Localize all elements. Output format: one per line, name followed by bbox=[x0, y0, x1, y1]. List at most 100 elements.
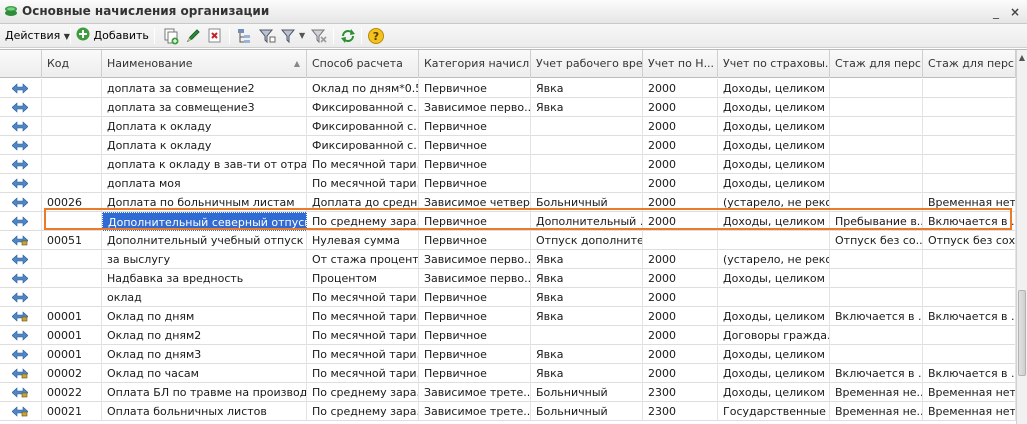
table-row[interactable]: 00001 Оклад по дням По месячной тари... Пер… bbox=[0, 307, 1016, 326]
cell-code[interactable] bbox=[42, 269, 102, 288]
cell-category[interactable]: Первичное bbox=[419, 364, 531, 383]
cell-code[interactable]: 00001 bbox=[42, 326, 102, 345]
cell-work-time[interactable]: Явка bbox=[531, 364, 643, 383]
cell-code[interactable]: 00001 bbox=[42, 345, 102, 364]
cell-category[interactable]: Первичное bbox=[419, 174, 531, 193]
cell-name[interactable]: доплата моя bbox=[102, 174, 307, 193]
scrollbar-thumb[interactable] bbox=[1018, 290, 1026, 376]
table-row[interactable]: Доплата к окладу Фиксированной с... Первич… bbox=[0, 117, 1016, 136]
cell-code[interactable] bbox=[42, 79, 102, 98]
cell-seniority-1[interactable] bbox=[830, 117, 923, 136]
cell-name[interactable]: Надбавка за вредность bbox=[102, 269, 307, 288]
cell-name[interactable]: Оплата больничных листов bbox=[102, 402, 307, 421]
header-name[interactable]: Наименование ▲ bbox=[102, 50, 307, 78]
cell-ndfl[interactable]: 2000 bbox=[643, 326, 718, 345]
cell-code[interactable] bbox=[42, 117, 102, 136]
copy-icon[interactable] bbox=[162, 27, 180, 45]
cell-name[interactable]: Дополнительный учебный отпуск бе... bbox=[102, 231, 307, 250]
cell-insurance[interactable] bbox=[718, 231, 830, 250]
cell-name[interactable]: Оклад по дням3 bbox=[102, 345, 307, 364]
cell-calc-method[interactable]: По месячной тари... bbox=[307, 326, 419, 345]
cell-work-time[interactable]: Явка bbox=[531, 269, 643, 288]
cell-insurance[interactable]: Доходы, целиком ... bbox=[718, 117, 830, 136]
cell-code[interactable]: 00026 bbox=[42, 193, 102, 212]
cell-code[interactable]: 00021 bbox=[42, 402, 102, 421]
close-button[interactable]: × bbox=[1007, 4, 1023, 20]
cell-code[interactable] bbox=[42, 250, 102, 269]
hierarchy-icon[interactable] bbox=[236, 27, 254, 45]
cell-name[interactable]: доплата к окладу в зав-ти от отрабо... bbox=[102, 155, 307, 174]
cell-name[interactable]: Оплата БЛ по травме на производст... bbox=[102, 383, 307, 402]
cell-insurance[interactable] bbox=[718, 288, 830, 307]
cell-insurance[interactable]: Доходы, целиком ... bbox=[718, 136, 830, 155]
cell-ndfl[interactable]: 2000 bbox=[643, 288, 718, 307]
cell-ndfl[interactable]: 2000 bbox=[643, 345, 718, 364]
cell-category[interactable]: Зависимое трете... bbox=[419, 383, 531, 402]
cell-seniority-1[interactable] bbox=[830, 136, 923, 155]
table-row[interactable]: оклад По месячной тари... Первичное Явка 200… bbox=[0, 288, 1016, 307]
header-seniority-1[interactable]: Стаж для перс... bbox=[830, 50, 923, 78]
cell-name[interactable]: Доплата к окладу bbox=[102, 136, 307, 155]
table-row[interactable]: доплата за совмещение2 Оклад по дням*0.5 П… bbox=[0, 79, 1016, 98]
cell-seniority-1[interactable]: Отпуск без со... bbox=[830, 231, 923, 250]
cell-seniority-2[interactable] bbox=[923, 79, 1016, 98]
edit-icon[interactable] bbox=[184, 27, 202, 45]
cell-work-time[interactable]: Явка bbox=[531, 79, 643, 98]
cell-name[interactable]: Оклад по часам bbox=[102, 364, 307, 383]
cell-calc-method[interactable]: По месячной тари... bbox=[307, 307, 419, 326]
cell-name[interactable]: оклад bbox=[102, 288, 307, 307]
cell-category[interactable]: Зависимое перво... bbox=[419, 98, 531, 117]
cell-category[interactable]: Первичное bbox=[419, 155, 531, 174]
cell-seniority-2[interactable]: Включается в ... bbox=[923, 364, 1016, 383]
cell-category[interactable]: Зависимое четвер... bbox=[419, 193, 531, 212]
cell-work-time[interactable]: Дополнительный ... bbox=[531, 212, 643, 231]
cell-seniority-1[interactable] bbox=[830, 326, 923, 345]
cell-calc-method[interactable]: Фиксированной с... bbox=[307, 136, 419, 155]
cell-work-time[interactable] bbox=[531, 117, 643, 136]
scroll-up-icon[interactable]: ▲ bbox=[1017, 53, 1027, 62]
cell-seniority-2[interactable] bbox=[923, 326, 1016, 345]
cell-insurance[interactable]: Доходы, целиком ... bbox=[718, 307, 830, 326]
table-row[interactable]: доплата за совмещение3 Фиксированной с...… bbox=[0, 98, 1016, 117]
table-row[interactable]: 00022Оплата БЛ по травме на производст..… bbox=[0, 383, 1016, 402]
cell-calc-method[interactable]: По месячной тари... bbox=[307, 174, 419, 193]
cell-name[interactable]: за выслугу bbox=[102, 250, 307, 269]
cell-insurance[interactable]: Доходы, целиком ... bbox=[718, 155, 830, 174]
cell-work-time[interactable]: Явка bbox=[531, 250, 643, 269]
cell-seniority-2[interactable]: Отпуск без сох... bbox=[923, 231, 1016, 250]
filter-dropdown-icon[interactable]: ▼ bbox=[299, 27, 305, 45]
add-button[interactable]: Добавить bbox=[76, 27, 149, 45]
cell-seniority-2[interactable]: Временная нет... bbox=[923, 193, 1016, 212]
table-row[interactable]: Доплата к окладу Фиксированной с... Первич… bbox=[0, 136, 1016, 155]
table-row[interactable]: за выслугу От стажа процент... Зависимое п… bbox=[0, 250, 1016, 269]
cell-name[interactable]: Оклад по дням bbox=[102, 307, 307, 326]
cell-ndfl[interactable]: 2000 bbox=[643, 155, 718, 174]
cell-code[interactable]: 00022 bbox=[42, 383, 102, 402]
table-row[interactable]: 00026 Доплата по больничным листам Доплата… bbox=[0, 193, 1016, 212]
delete-icon[interactable] bbox=[206, 27, 224, 45]
cell-work-time[interactable]: Больничный bbox=[531, 402, 643, 421]
cell-code[interactable]: 00002 bbox=[42, 364, 102, 383]
cell-seniority-1[interactable]: Пребывание в... bbox=[830, 212, 923, 231]
cell-calc-method[interactable]: Процентом bbox=[307, 269, 419, 288]
cell-code[interactable] bbox=[42, 98, 102, 117]
cell-ndfl[interactable]: 2000 bbox=[643, 136, 718, 155]
cell-insurance[interactable]: Доходы, целиком ... bbox=[718, 79, 830, 98]
cell-ndfl[interactable]: 2000 bbox=[643, 98, 718, 117]
cell-category[interactable]: Зависимое перво... bbox=[419, 250, 531, 269]
cell-seniority-2[interactable] bbox=[923, 117, 1016, 136]
cell-seniority-1[interactable]: Включается в ... bbox=[830, 307, 923, 326]
cell-ndfl[interactable]: 2000 bbox=[643, 117, 718, 136]
cell-calc-method[interactable]: По среднему зара... bbox=[307, 212, 419, 231]
cell-ndfl[interactable]: 2000 bbox=[643, 79, 718, 98]
cell-insurance[interactable]: Доходы, целиком ... bbox=[718, 364, 830, 383]
header-seniority-2[interactable]: Стаж для перс... bbox=[923, 50, 1016, 78]
actions-menu[interactable]: Действия ▼ bbox=[5, 27, 70, 45]
cell-seniority-1[interactable] bbox=[830, 193, 923, 212]
cell-code[interactable] bbox=[42, 288, 102, 307]
cell-ndfl[interactable]: 2300 bbox=[643, 383, 718, 402]
cell-work-time[interactable]: Явка bbox=[531, 288, 643, 307]
cell-work-time[interactable] bbox=[531, 155, 643, 174]
cell-name[interactable]: Доплата к окладу bbox=[102, 117, 307, 136]
cell-insurance[interactable]: (устарело, не реко... bbox=[718, 193, 830, 212]
